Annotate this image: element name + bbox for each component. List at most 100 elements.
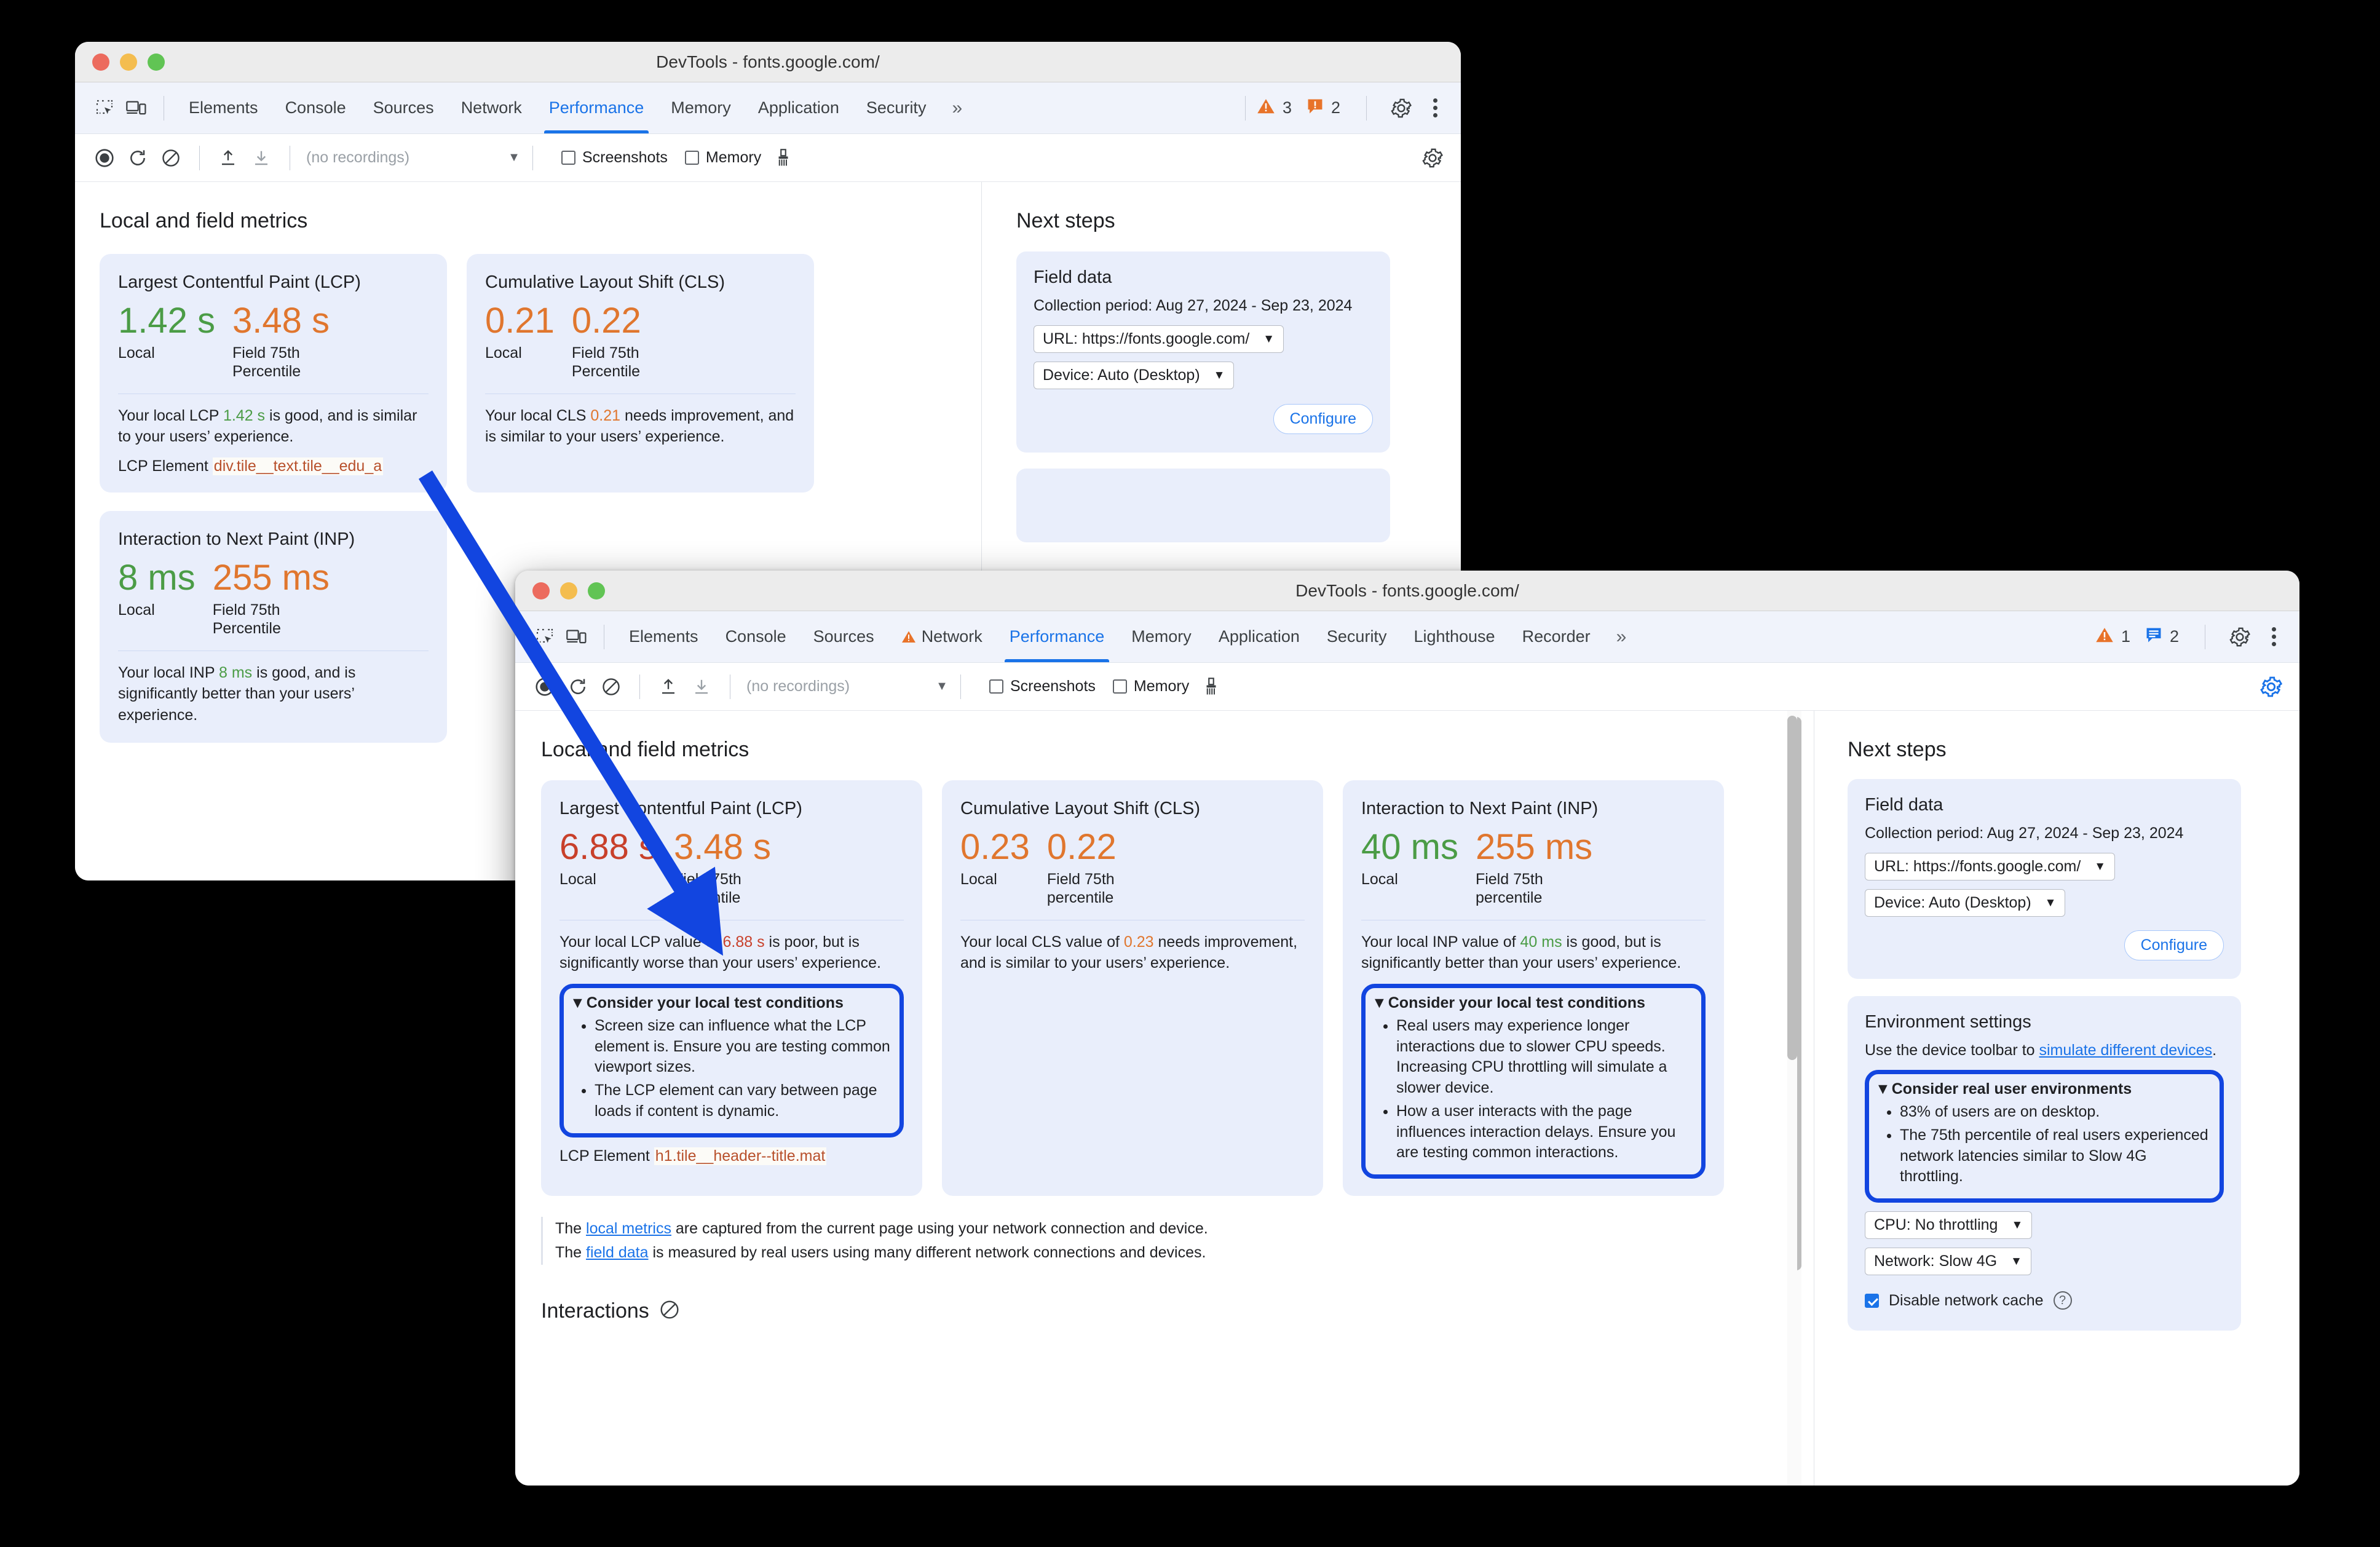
recordings-dropdown[interactable]: (no recordings) ▼ [306,149,520,167]
side-scrollbar-thumb[interactable] [1787,716,1797,1060]
disclosure-triangle-icon[interactable]: ▼ [1372,994,1387,1012]
real-user-environments-insight[interactable]: ▼ Consider real user environments 83% of… [1865,1070,2224,1203]
lcp-element-row[interactable]: LCP Element h1.tile__header--title.mat [559,1147,904,1165]
local-metric-label: Local [118,344,155,362]
tab-console[interactable]: Console [272,82,360,133]
field-value-block: 0.22 Field 75th percentile [1047,827,1164,908]
disclosure-triangle-icon[interactable]: ▼ [1875,1080,1891,1098]
tab-memory[interactable]: Memory [1118,611,1205,662]
record-icon[interactable] [529,671,561,703]
memory-checkbox-box[interactable] [1112,679,1127,694]
back-status-badges[interactable]: 3 2 [1257,92,1450,124]
tab-application[interactable]: Application [745,82,853,133]
help-icon[interactable]: ? [2053,1291,2072,1310]
clear-icon[interactable] [155,142,187,174]
front-device-select[interactable]: Device: Auto (Desktop) ▼ [1865,889,2066,917]
field-metric-value: 3.48 s [674,827,771,867]
disable-network-cache-checkbox[interactable] [1865,1293,1879,1308]
back-configure-button[interactable]: Configure [1273,404,1373,434]
lcp-element-value[interactable]: div.tile__text.tile__edu_a [212,457,384,475]
back-more-tabs-icon[interactable]: » [939,98,972,119]
message-icon[interactable] [2145,627,2162,647]
simulate-different-devices-link[interactable]: simulate different devices [2039,1042,2213,1059]
warning-triangle-icon[interactable] [1257,98,1275,118]
screenshots-checkbox[interactable]: Screenshots [989,678,1096,695]
garbage-collect-icon[interactable] [1195,671,1227,703]
inspect-element-icon[interactable] [89,92,121,124]
back-device-select[interactable]: Device: Auto (Desktop) ▼ [1034,362,1235,389]
tab-lighthouse[interactable]: Lighthouse [1400,611,1508,662]
issue-icon[interactable] [1307,98,1324,118]
record-icon[interactable] [89,142,121,174]
device-toolbar-icon[interactable] [561,621,593,653]
more-options-icon[interactable] [2263,627,2285,646]
disable-network-cache-row[interactable]: Disable network cache ? [1865,1291,2224,1310]
gear-icon[interactable] [1385,92,1417,124]
insight-header-row[interactable]: ▼ Consider your local test conditions [570,994,891,1012]
tab-memory[interactable]: Memory [657,82,745,133]
clear-icon[interactable] [595,671,627,703]
back-tabs[interactable]: Elements Console Sources Network Performance… [175,82,939,133]
cpu-throttling-value: CPU: No throttling [1874,1216,1998,1233]
reload-and-record-icon[interactable] [122,142,154,174]
inspect-element-icon[interactable] [529,621,561,653]
chevron-down-icon: ▼ [508,151,520,164]
front-url-select[interactable]: URL: https://fonts.google.com/ ▼ [1865,853,2116,880]
tab-console[interactable]: Console [712,611,800,662]
disclosure-triangle-icon[interactable]: ▼ [570,994,585,1012]
chevron-down-icon: ▼ [1213,368,1225,382]
local-metric-label: Local [118,601,155,619]
insight-header-row[interactable]: ▼ Consider real user environments [1875,1080,2211,1098]
tab-performance[interactable]: Performance [996,611,1118,662]
local-test-conditions-insight[interactable]: ▼Consider your local test conditions Scre… [559,983,904,1138]
tab-sources[interactable]: Sources [800,611,888,662]
save-profile-icon[interactable] [686,671,718,703]
load-profile-icon[interactable] [652,671,684,703]
memory-checkbox[interactable]: Memory [684,149,761,167]
screenshots-checkbox[interactable]: Screenshots [561,149,668,167]
recordings-dropdown[interactable]: (no recordings) ▼ [746,678,948,695]
lcp-element-value[interactable]: h1.tile__header--title.mat [654,1147,827,1165]
warning-triangle-icon[interactable] [2095,627,2114,647]
tab-network[interactable]: Network [888,611,996,662]
garbage-collect-icon[interactable] [767,142,799,174]
tab-security[interactable]: Security [853,82,940,133]
screenshots-checkbox-box[interactable] [561,151,575,165]
tab-sources[interactable]: Sources [360,82,448,133]
front-status-badges[interactable]: 1 2 [2095,621,2288,653]
gear-icon[interactable] [2224,621,2256,653]
screenshots-checkbox-box[interactable] [989,679,1003,694]
local-test-conditions-insight[interactable]: ▼Consider your local test conditions Real… [1361,983,1706,1179]
device-toolbar-icon[interactable] [121,92,152,124]
memory-checkbox-box[interactable] [684,151,699,165]
tab-recorder[interactable]: Recorder [1509,611,1604,662]
field-metric-value: 3.48 s [232,301,330,341]
more-options-icon[interactable] [1425,98,1446,117]
tab-security[interactable]: Security [1313,611,1401,662]
capture-settings-gear-icon[interactable] [1417,142,1449,174]
tab-elements[interactable]: Elements [175,82,272,133]
reload-and-record-icon[interactable] [562,671,594,703]
insight-header-row[interactable]: ▼ Consider your local test conditions [1372,994,1693,1012]
clear-interactions-icon[interactable] [659,1299,680,1323]
devtools-window-foreground[interactable]: DevTools - fonts.google.com/ Elements Con… [515,571,2299,1486]
memory-checkbox[interactable]: Memory [1112,678,1189,695]
footnote-link[interactable]: field data [586,1244,648,1261]
back-url-select[interactable]: URL: https://fonts.google.com/ ▼ [1034,325,1284,353]
cpu-throttling-select[interactable]: CPU: No throttling ▼ [1865,1211,2033,1239]
front-more-tabs-icon[interactable]: » [1604,627,1637,647]
save-profile-icon[interactable] [245,142,277,174]
metric-summary-value: 6.88 s [722,933,765,951]
front-tabs[interactable]: Elements Console Sources Network Performance… [615,611,1604,662]
capture-settings-gear-icon-active[interactable] [2255,671,2287,703]
footnote-link[interactable]: local metrics [586,1220,671,1237]
tab-elements[interactable]: Elements [615,611,712,662]
front-configure-button[interactable]: Configure [2124,930,2224,960]
load-profile-icon[interactable] [212,142,244,174]
tab-application[interactable]: Application [1205,611,1313,662]
back-window-title: DevTools - fonts.google.com/ [656,52,880,71]
tab-network[interactable]: Network [448,82,536,133]
lcp-element-row[interactable]: LCP Element div.tile__text.tile__edu_a [118,457,429,475]
tab-performance[interactable]: Performance [536,82,658,133]
network-throttling-select[interactable]: Network: Slow 4G ▼ [1865,1248,2031,1275]
